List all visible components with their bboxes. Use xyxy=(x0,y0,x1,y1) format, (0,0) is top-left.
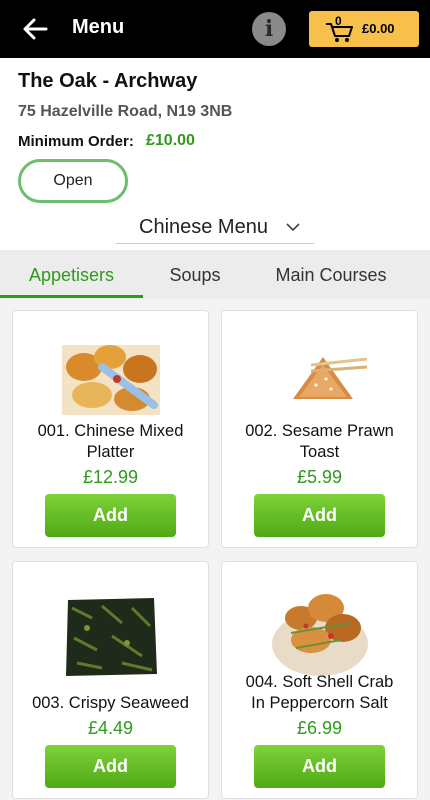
restaurant-info: The Oak - Archway 75 Hazelville Road, N1… xyxy=(0,58,430,212)
back-button[interactable] xyxy=(20,14,50,44)
cart-button[interactable]: 0 £0.00 xyxy=(309,11,419,47)
page-title: Menu xyxy=(72,16,125,38)
product-price: £12.99 xyxy=(82,467,139,487)
menu-select-value: Chinese Menu xyxy=(139,216,268,238)
product-card[interactable]: 003. Crispy Seaweed £4.49 Add xyxy=(12,561,209,799)
menu-select-dropdown[interactable]: Chinese Menu xyxy=(116,212,314,244)
cart-total: £0.00 xyxy=(362,21,395,36)
restaurant-address: 75 Hazelville Road, N19 3NB xyxy=(18,103,233,120)
product-image xyxy=(271,578,369,678)
tab-main-courses[interactable]: Main Courses xyxy=(247,250,415,298)
product-name-line2: In Peppercorn Salt xyxy=(251,694,388,712)
product-name: 003. Crispy Seaweed xyxy=(32,694,189,712)
minimum-order-value: £10.00 xyxy=(146,132,195,149)
product-name-line2: Toast xyxy=(299,443,340,461)
restaurant-name: The Oak - Archway xyxy=(18,70,198,92)
product-name: 004. Soft Shell Crab xyxy=(245,673,394,691)
product-name: 002. Sesame Prawn xyxy=(245,422,394,440)
product-image xyxy=(62,578,160,678)
product-price: £6.99 xyxy=(296,718,343,738)
info-button[interactable]: i xyxy=(252,12,286,46)
product-card[interactable]: 002. Sesame Prawn Toast £5.99 Add xyxy=(221,310,418,548)
top-bar: Menu i 0 £0.00 xyxy=(0,0,430,58)
product-price: £5.99 xyxy=(296,467,343,487)
product-card[interactable]: 001. Chinese Mixed Platter £12.99 Add xyxy=(12,310,209,548)
cart-count-badge: 0 xyxy=(335,14,342,28)
tab-soups[interactable]: Soups xyxy=(143,250,247,298)
open-status-button[interactable]: Open xyxy=(18,159,128,203)
tab-appetisers[interactable]: Appetisers xyxy=(0,250,143,298)
chevron-down-icon xyxy=(286,223,300,232)
product-price: £4.49 xyxy=(87,718,134,738)
product-image xyxy=(271,327,369,427)
product-card[interactable]: 004. Soft Shell Crab In Peppercorn Salt … xyxy=(221,561,418,799)
minimum-order-label: Minimum Order: xyxy=(18,133,134,150)
add-button[interactable]: Add xyxy=(45,494,176,537)
product-grid: 001. Chinese Mixed Platter £12.99 Add 00… xyxy=(0,298,430,800)
category-tabs: Appetisers Soups Main Courses xyxy=(0,250,430,298)
menu-selector-row: Chinese Menu xyxy=(0,212,430,250)
product-name: 001. Chinese Mixed xyxy=(37,422,184,440)
add-button[interactable]: Add xyxy=(45,745,176,788)
product-image xyxy=(62,345,160,415)
add-button[interactable]: Add xyxy=(254,745,385,788)
add-button[interactable]: Add xyxy=(254,494,385,537)
arrow-left-icon xyxy=(23,18,48,40)
product-name-line2: Platter xyxy=(86,443,135,461)
info-icon: i xyxy=(264,16,274,42)
